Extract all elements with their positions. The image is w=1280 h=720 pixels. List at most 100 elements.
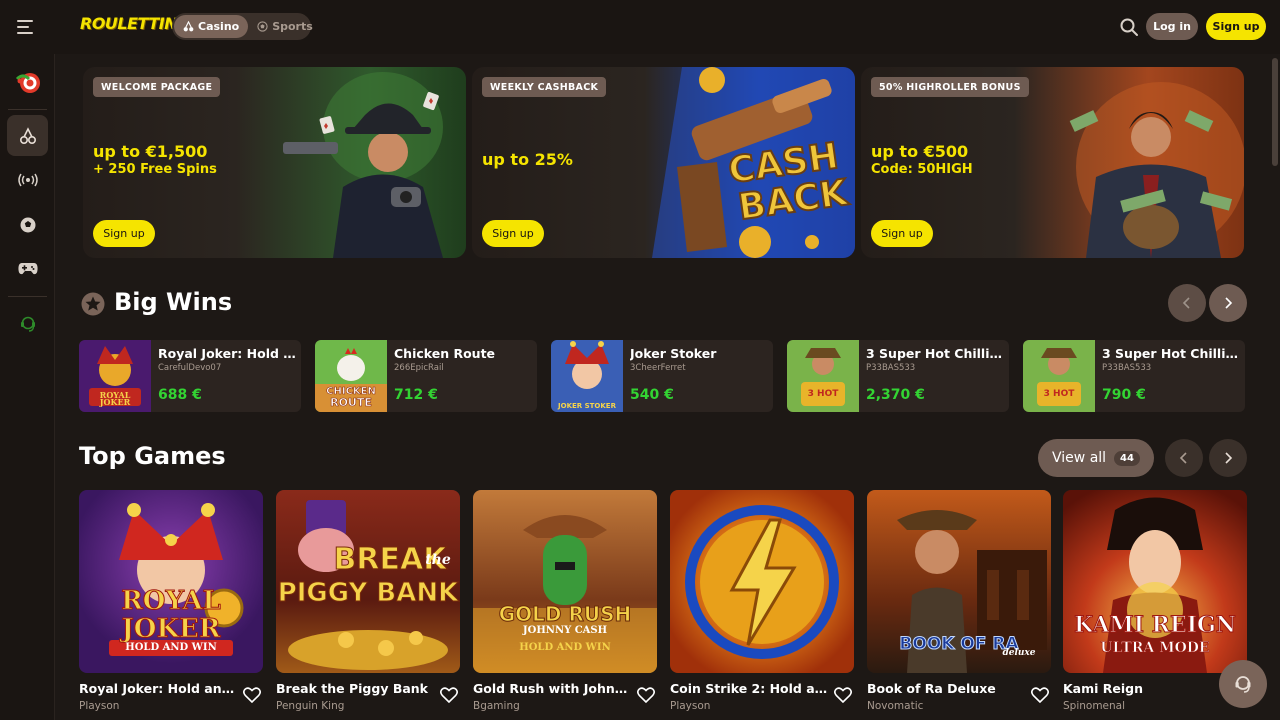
svg-text:3 HOT: 3 HOT xyxy=(808,389,840,399)
banner-signup-button[interactable]: Sign up xyxy=(871,220,933,247)
menu-icon[interactable] xyxy=(17,17,37,37)
game-provider: Penguin King xyxy=(276,700,345,712)
game-thumbnail[interactable] xyxy=(670,490,854,673)
chevron-right-icon xyxy=(1225,452,1233,464)
banner-signup-button[interactable]: Sign up xyxy=(93,220,155,247)
sidebar-divider xyxy=(8,296,47,297)
coin-strike-art xyxy=(685,505,839,659)
game-art-title: JOKER xyxy=(121,614,221,645)
sidebar xyxy=(0,54,55,720)
sidebar-divider xyxy=(8,109,47,110)
royal-joker-thumbnail: ROYAL JOKER xyxy=(79,340,151,412)
favorite-heart-icon[interactable] xyxy=(1031,687,1049,703)
sidebar-item-roulettino[interactable] xyxy=(7,61,48,102)
game-name: Gold Rush with Johnny Cash xyxy=(473,681,633,696)
live-broadcast-icon xyxy=(17,173,38,186)
sidebar-item-sports[interactable] xyxy=(7,204,48,245)
game-thumbnail[interactable]: BREAK the PIGGY BANK xyxy=(276,490,460,673)
favorite-heart-icon[interactable] xyxy=(243,687,261,703)
big-win-card[interactable]: CHICKEN ROUTE Chicken Route 266EpicRail … xyxy=(315,340,537,412)
promo-banner-cashback[interactable]: CASH BACK WEEKLY CASHBACK up to 25% Sign… xyxy=(472,67,855,258)
game-thumbnail[interactable]: BOOK OF RA deluxe xyxy=(867,490,1051,673)
top-games-prev-button[interactable] xyxy=(1165,439,1203,477)
game-card[interactable]: ROYAL JOKER HOLD AND WIN Royal Joker: Ho… xyxy=(79,490,263,712)
chicken-route-thumbnail: CHICKEN ROUTE xyxy=(315,340,387,412)
favorite-heart-icon[interactable] xyxy=(834,687,852,703)
games-count-badge: 44 xyxy=(1114,450,1140,466)
gamepad-icon xyxy=(17,262,38,274)
win-amount: 2,370 € xyxy=(866,387,925,403)
game-provider: Playson xyxy=(79,700,120,712)
game-card[interactable]: GOLD RUSH JOHNNY CASH HOLD AND WIN Gold … xyxy=(473,490,657,712)
game-name: Book of Ra Deluxe xyxy=(867,681,996,696)
game-art-title: PIGGY BANK xyxy=(277,578,459,609)
game-art-word: the xyxy=(425,552,451,568)
sidebar-item-live[interactable] xyxy=(7,159,48,200)
win-username: CarefulDevo07 xyxy=(158,363,222,373)
game-provider: Playson xyxy=(670,700,711,712)
game-name: Coin Strike 2: Hold and Win xyxy=(670,681,830,696)
game-card[interactable]: Coin Strike 2: Hold and Win Playson xyxy=(670,490,854,712)
game-provider: Bgaming xyxy=(473,700,520,712)
tab-casino-label: Casino xyxy=(198,20,240,33)
top-games-title: Top Games xyxy=(79,442,226,470)
big-win-card[interactable]: JOKER STOKER Joker Stoker 3CheerFerret 5… xyxy=(551,340,773,412)
win-username: P33BAS533 xyxy=(866,363,916,373)
promo-banner-highroller[interactable]: 50% HIGHROLLER BONUS up to €500 Code: 50… xyxy=(861,67,1244,258)
game-provider: Spinomenal xyxy=(1063,700,1126,712)
big-wins-prev-button[interactable] xyxy=(1168,284,1206,322)
game-card[interactable]: BREAK the PIGGY BANK Break the Piggy Ban… xyxy=(276,490,460,712)
sidebar-item-casino[interactable] xyxy=(7,115,48,156)
search-icon[interactable] xyxy=(1119,17,1139,37)
sidebar-item-support[interactable] xyxy=(7,303,48,344)
tab-casino[interactable]: Casino xyxy=(174,15,249,38)
game-card[interactable]: KAMI REIGN ULTRA MODE Kami Reign Spinome… xyxy=(1063,490,1247,712)
banner-subline: Code: 50HIGH xyxy=(871,162,973,177)
win-game-name: Chicken Route xyxy=(394,346,496,361)
login-button[interactable]: Log in xyxy=(1146,13,1198,40)
game-art-subtitle: HOLD AND WIN xyxy=(125,642,217,653)
sports-ball-icon xyxy=(20,217,35,232)
banner-tag: WELCOME PACKAGE xyxy=(93,77,221,97)
page-scrollbar[interactable] xyxy=(1270,54,1280,720)
view-all-label: View all xyxy=(1052,450,1107,466)
game-thumbnail[interactable]: KAMI REIGN ULTRA MODE xyxy=(1063,490,1247,673)
win-amount: 540 € xyxy=(630,387,674,403)
banner-headline: up to €500 xyxy=(871,142,969,161)
big-win-card[interactable]: 3 HOT 3 Super Hot Chillies P33BAS533 2,3… xyxy=(787,340,1009,412)
svg-text:ROUTE: ROUTE xyxy=(330,396,372,409)
chevron-right-icon xyxy=(1225,297,1233,309)
chevron-left-icon xyxy=(1179,452,1187,464)
game-art-subtitle: deluxe xyxy=(1002,648,1036,658)
game-card[interactable]: BOOK OF RA deluxe Book of Ra Deluxe Novo… xyxy=(867,490,1051,712)
super-hot-chillies-thumbnail: 3 HOT xyxy=(1023,340,1095,412)
sidebar-item-games[interactable] xyxy=(7,248,48,289)
big-wins-next-button[interactable] xyxy=(1209,284,1247,322)
soccer-ball-icon xyxy=(257,21,268,32)
tab-sports-label: Sports xyxy=(272,20,313,33)
favorite-heart-icon[interactable] xyxy=(440,687,458,703)
view-all-button[interactable]: View all 44 xyxy=(1038,439,1154,477)
live-chat-button[interactable] xyxy=(1219,660,1267,708)
promo-banner-welcome[interactable]: WELCOME PACKAGE up to €1,500 + 250 Free … xyxy=(83,67,466,258)
scrollbar-thumb[interactable] xyxy=(1272,58,1278,166)
game-thumbnail[interactable]: GOLD RUSH JOHNNY CASH HOLD AND WIN xyxy=(473,490,657,673)
top-games-next-button[interactable] xyxy=(1209,439,1247,477)
game-thumbnail[interactable]: ROYAL JOKER HOLD AND WIN xyxy=(79,490,263,673)
game-name: Kami Reign xyxy=(1063,681,1144,696)
banner-signup-button[interactable]: Sign up xyxy=(482,220,544,247)
win-amount: 712 € xyxy=(394,387,438,403)
casino-sports-switch: Casino Sports xyxy=(172,13,313,40)
signup-button[interactable]: Sign up xyxy=(1206,13,1266,40)
main-content: WELCOME PACKAGE up to €1,500 + 250 Free … xyxy=(55,54,1268,720)
star-icon xyxy=(81,292,105,316)
tab-sports[interactable]: Sports xyxy=(248,15,322,38)
big-win-card[interactable]: ROYAL JOKER Royal Joker: Hold and Win Ca… xyxy=(79,340,301,412)
favorite-heart-icon[interactable] xyxy=(637,687,655,703)
game-art-subtitle: HOLD AND WIN xyxy=(519,642,611,653)
big-win-card[interactable]: 3 HOT 3 Super Hot Chillies P33BAS533 790… xyxy=(1023,340,1245,412)
joker-stoker-thumbnail: JOKER STOKER xyxy=(551,340,623,412)
super-hot-chillies-thumbnail: 3 HOT xyxy=(787,340,859,412)
svg-text:JOKER: JOKER xyxy=(99,397,131,407)
game-art-subtitle: JOHNNY CASH xyxy=(522,625,608,636)
